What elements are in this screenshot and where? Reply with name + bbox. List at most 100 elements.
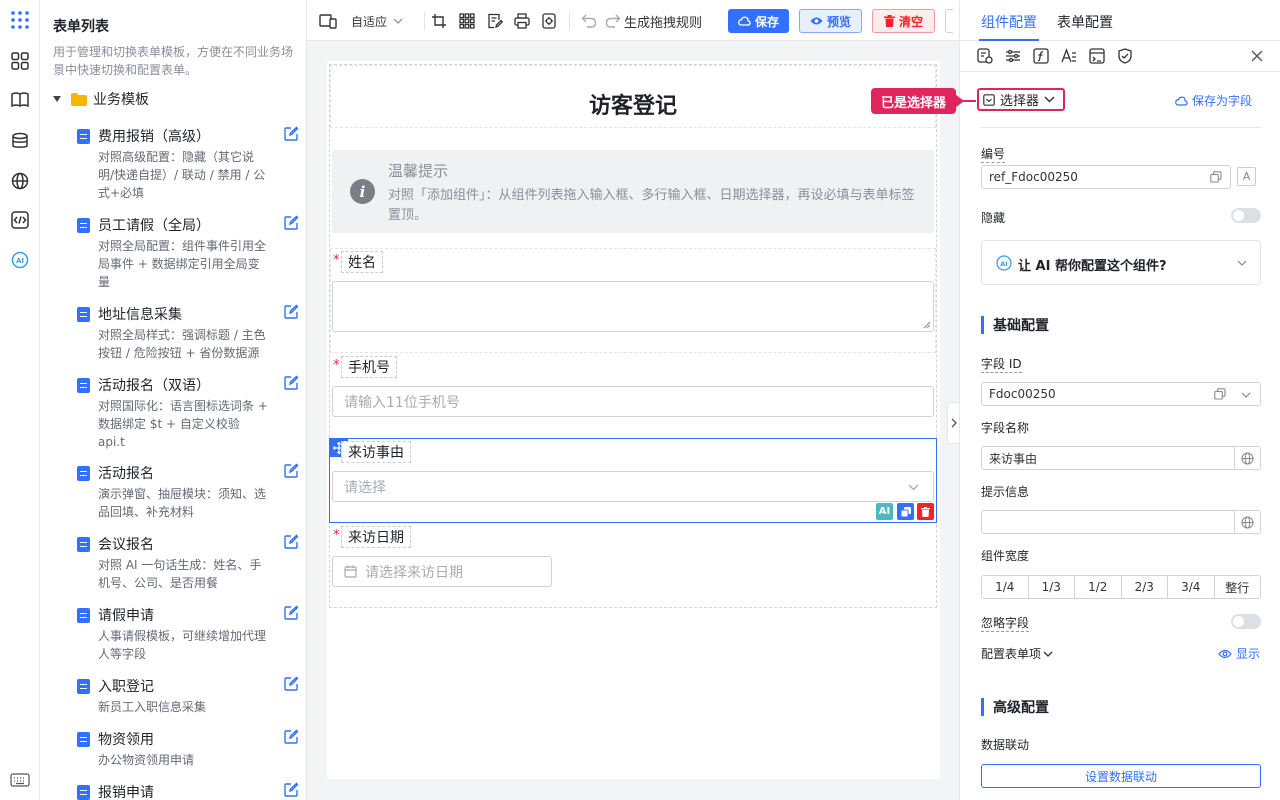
edit-icon[interactable] (283, 676, 299, 692)
copy-button[interactable] (897, 503, 914, 520)
component-type-selector[interactable]: 选择器 (977, 88, 1065, 111)
i18n-globe-button[interactable] (1234, 447, 1260, 469)
edit-icon[interactable] (283, 605, 299, 621)
ai-action-button[interactable]: AI (876, 503, 893, 520)
save-as-field-button[interactable]: 保存为字段 (1175, 92, 1252, 109)
config-items-toggle[interactable]: 配置表单项 (981, 645, 1053, 662)
required-mark: * (333, 253, 340, 268)
width-option[interactable]: 3/4 (1168, 576, 1215, 598)
edit-icon[interactable] (283, 729, 299, 745)
hidden-toggle[interactable] (1231, 208, 1261, 223)
grid-menu-icon[interactable] (9, 9, 31, 31)
template-item[interactable]: 报销申请 (77, 782, 299, 800)
copy-icon[interactable] (1214, 388, 1226, 400)
grid-layout-icon[interactable] (459, 12, 475, 30)
eye-icon (1218, 649, 1232, 658)
template-item[interactable]: 请假申请 人事请假模板，可继续增加代理人等字段 (77, 605, 299, 663)
hint-input[interactable] (981, 510, 1261, 534)
chevron-right-icon (951, 418, 957, 428)
crop-icon[interactable] (431, 12, 447, 30)
components-icon[interactable] (9, 50, 31, 72)
info-icon: i (350, 179, 375, 204)
clear-button[interactable]: 清空 (872, 9, 935, 33)
delete-button[interactable] (917, 503, 934, 520)
document-icon (77, 678, 90, 694)
width-option[interactable]: 整行 (1215, 576, 1261, 598)
tab-form-config[interactable]: 表单配置 (1057, 12, 1113, 32)
reason-select[interactable]: 请选择 (332, 471, 934, 502)
phone-input[interactable]: 请输入11位手机号 (332, 386, 934, 417)
template-item[interactable]: 活动报名（双语） 对照国际化：语言图标选词条 + 数据绑定 $t + 自定义校验… (77, 375, 299, 451)
template-name: 费用报销（高级） (98, 129, 210, 145)
template-item[interactable]: 地址信息采集 对照全局样式：强调标题 / 主色按钮 / 危险按钮 + 省份数据源 (77, 304, 299, 362)
script-icon[interactable] (541, 12, 557, 30)
editor-toolbar: 自适应 生成拖拽规则 保存 预览 清空 (307, 0, 959, 41)
globe-icon (1241, 452, 1254, 464)
keyboard-icon[interactable] (9, 769, 31, 791)
redo-icon[interactable] (605, 12, 621, 30)
width-option[interactable]: 1/3 (1029, 576, 1075, 598)
font-a-icon[interactable]: A (1237, 167, 1256, 186)
width-option[interactable]: 1/4 (982, 576, 1029, 598)
chevron-down-icon (1044, 96, 1055, 103)
set-data-linkage-button[interactable]: 设置数据联动 (981, 764, 1261, 788)
chevron-down-icon[interactable] (1241, 392, 1251, 398)
i18n-globe-button[interactable] (1234, 511, 1260, 533)
globe-icon[interactable] (9, 170, 31, 192)
shield-check-icon[interactable] (1117, 48, 1133, 64)
adaptive-select[interactable]: 自适应 (351, 12, 403, 30)
code-icon[interactable] (9, 209, 31, 231)
print-icon[interactable] (514, 12, 530, 30)
ai-badge-text: AI (1000, 260, 1007, 268)
ai-config-box[interactable]: AI 让 AI 帮你配置这个组件? (981, 240, 1261, 285)
ignore-field-toggle[interactable] (1231, 614, 1261, 629)
edit-icon[interactable] (283, 126, 299, 142)
device-icon[interactable] (319, 12, 337, 30)
database-icon[interactable] (9, 130, 31, 152)
sliders-icon[interactable] (1005, 48, 1021, 64)
more-button[interactable] (945, 9, 953, 33)
preview-button[interactable]: 预览 (799, 9, 862, 33)
copy-icon[interactable] (1210, 171, 1222, 183)
note-edit-icon[interactable] (487, 12, 503, 30)
width-option[interactable]: 2/3 (1122, 576, 1168, 598)
save-button[interactable]: 保存 (728, 9, 789, 33)
collapse-panel-handle[interactable] (947, 402, 959, 444)
edit-icon[interactable] (283, 782, 299, 798)
edit-icon[interactable] (283, 215, 299, 231)
attribute-icon[interactable] (977, 48, 993, 64)
basic-config-title: 基础配置 (981, 316, 1049, 334)
edit-icon[interactable] (283, 304, 299, 320)
edit-icon[interactable] (283, 463, 299, 479)
name-textarea[interactable] (332, 281, 934, 332)
ref-input[interactable]: ref_Fdoc00250 (981, 165, 1231, 189)
template-item[interactable]: 员工请假（全局） 对照全局配置：组件事件引用全局事件 + 数据绑定引用全局变量 (77, 215, 299, 291)
template-item[interactable]: 入职登记 新员工入职信息采集 (77, 676, 299, 716)
hint-label: 提示信息 (981, 485, 1030, 499)
edit-icon[interactable] (283, 375, 299, 391)
field-name-input[interactable]: 来访事由 (981, 446, 1261, 470)
text-style-icon[interactable] (1061, 48, 1077, 64)
show-button[interactable]: 显示 (1218, 645, 1260, 662)
width-option[interactable]: 1/2 (1075, 576, 1122, 598)
date-picker[interactable]: 请选择来访日期 (332, 556, 552, 587)
generate-rules-button[interactable]: 生成拖拽规则 (624, 12, 702, 31)
ai-assistant-icon[interactable]: AI (9, 249, 31, 271)
template-item[interactable]: 物资领用 办公物资领用申请 (77, 729, 299, 769)
book-icon[interactable] (9, 89, 31, 111)
advanced-config-title: 高级配置 (981, 698, 1049, 716)
tab-component-config[interactable]: 组件配置 (981, 12, 1037, 32)
close-icon[interactable] (1251, 50, 1263, 62)
edit-icon[interactable] (283, 534, 299, 550)
template-item[interactable]: 活动报名 演示弹窗、抽屉模块：须知、选品回填、补充材料 (77, 463, 299, 521)
template-desc: 对照 AI 一句话生成：姓名、手机号、公司、是否用餐 (98, 558, 262, 590)
template-item[interactable]: 会议报名 对照 AI 一句话生成：姓名、手机号、公司、是否用餐 (77, 534, 299, 592)
field-id-input[interactable]: Fdoc00250 (981, 382, 1261, 406)
function-icon[interactable] (1033, 48, 1049, 64)
ref-label: 编号 (981, 147, 1006, 163)
undo-icon[interactable] (581, 12, 597, 30)
folder-business-templates[interactable]: 业务模板 (53, 89, 149, 109)
template-item[interactable]: 费用报销（高级） 对照高级配置：隐藏（其它说明/快递自提）/ 联动 / 禁用 /… (77, 126, 299, 202)
cloud-icon (1175, 96, 1188, 106)
browser-icon[interactable] (1089, 48, 1105, 64)
